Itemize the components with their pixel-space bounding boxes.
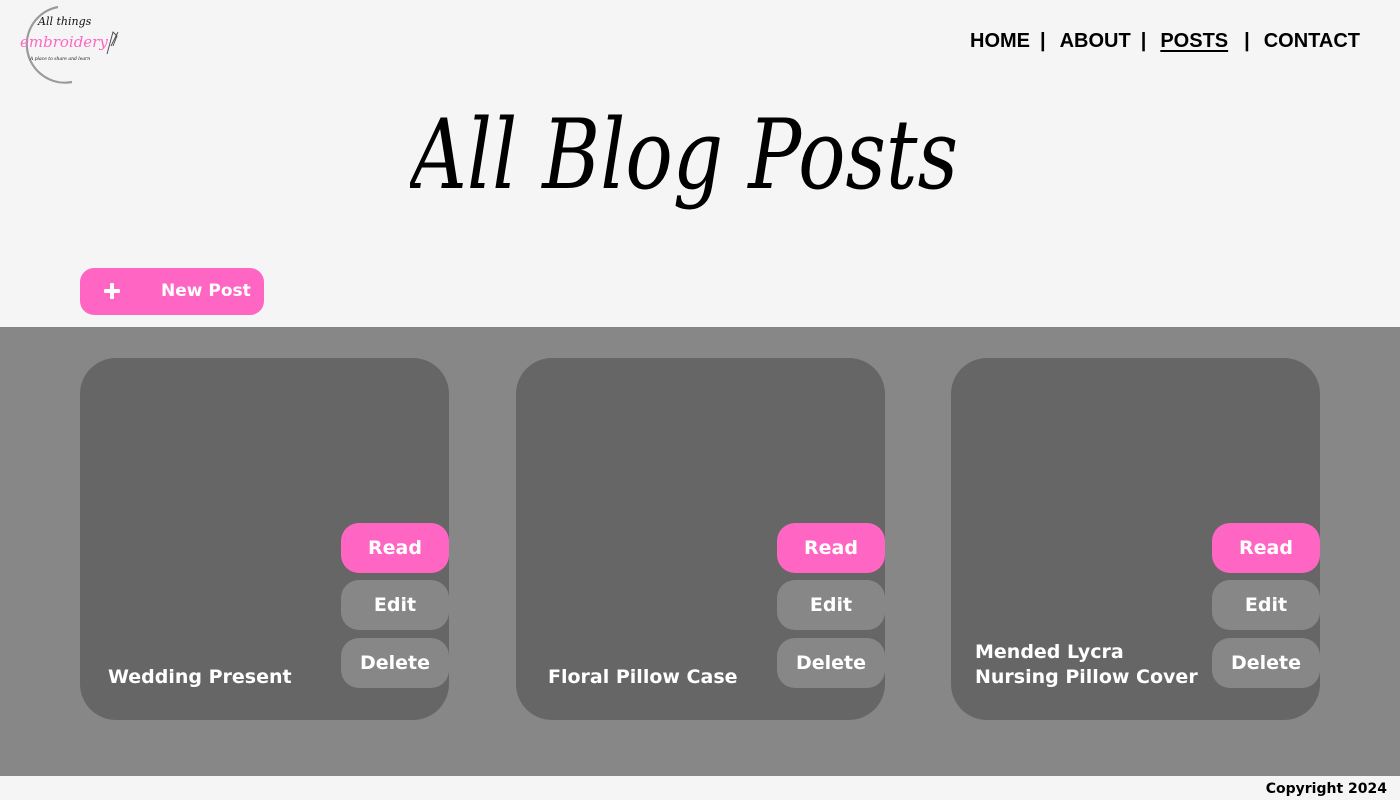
logo-line1: All things bbox=[37, 15, 92, 28]
post-title: Floral Pillow Case bbox=[548, 666, 738, 688]
read-button[interactable]: Read bbox=[777, 523, 885, 573]
post-card: Wedding Present Read Edit Delete bbox=[80, 358, 449, 720]
nav-separator: | bbox=[1040, 30, 1046, 52]
page-title: All Blog Posts bbox=[410, 99, 958, 211]
nav-separator: | bbox=[1140, 30, 1147, 52]
edit-button[interactable]: Edit bbox=[341, 580, 449, 630]
nav-separator: | bbox=[1244, 30, 1250, 52]
main-nav: HOME | ABOUT | POSTS | CONTACT bbox=[970, 30, 1360, 53]
edit-button[interactable]: Edit bbox=[1212, 580, 1320, 630]
delete-button[interactable]: Delete bbox=[777, 638, 885, 688]
post-title: Mended Lycra Nursing Pillow Cover bbox=[975, 641, 1198, 688]
post-card: Mended Lycra Nursing Pillow Cover Read E… bbox=[951, 358, 1320, 720]
new-post-button[interactable]: New Post bbox=[80, 268, 264, 315]
logo-line2: embroidery bbox=[20, 33, 108, 51]
page-title-text: All Blog Posts bbox=[410, 99, 958, 211]
read-button[interactable]: Read bbox=[341, 523, 449, 573]
post-title: Wedding Present bbox=[108, 666, 292, 688]
edit-button[interactable]: Edit bbox=[777, 580, 885, 630]
nav-contact[interactable]: CONTACT bbox=[1264, 30, 1360, 53]
read-button[interactable]: Read bbox=[1212, 523, 1320, 573]
needle-icon bbox=[106, 31, 119, 55]
copyright-text: Copyright 2024 bbox=[1265, 781, 1387, 797]
plus-icon bbox=[102, 277, 124, 305]
delete-button[interactable]: Delete bbox=[341, 638, 449, 688]
brand-logo[interactable]: All things embroidery A place to share a… bbox=[14, 2, 126, 84]
nav-home[interactable]: HOME bbox=[970, 30, 1030, 53]
nav-posts[interactable]: POSTS bbox=[1160, 30, 1228, 53]
post-card: Floral Pillow Case Read Edit Delete bbox=[516, 358, 885, 720]
delete-button[interactable]: Delete bbox=[1212, 638, 1320, 688]
new-post-label: New Post bbox=[161, 281, 251, 301]
nav-about[interactable]: ABOUT bbox=[1060, 30, 1131, 53]
logo-tagline: A place to share and learn bbox=[29, 56, 90, 62]
